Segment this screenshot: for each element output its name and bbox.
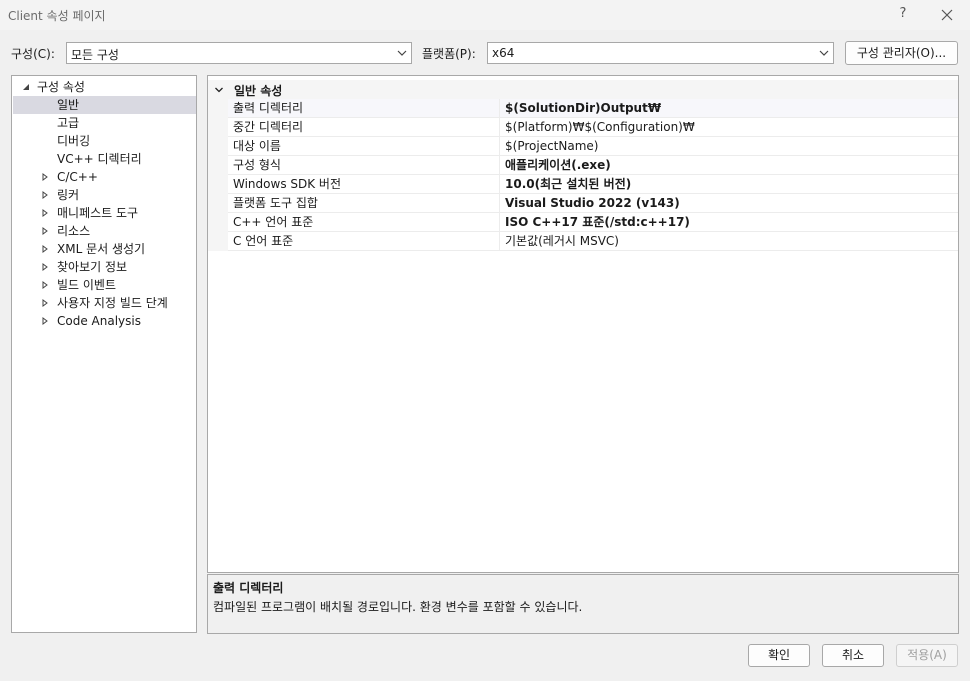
collapsed-triangle-icon — [42, 173, 48, 181]
tree-item-custom-build-step[interactable]: 사용자 지정 빌드 단계 — [13, 294, 196, 312]
description-text: 컴파일된 프로그램이 배치될 경로입니다. 환경 변수를 포함할 수 있습니다. — [213, 600, 583, 614]
tree-item-manifest-tool[interactable]: 매니페스트 도구 — [13, 204, 196, 222]
cancel-button[interactable]: 취소 — [822, 644, 884, 667]
collapsed-triangle-icon — [42, 191, 48, 199]
config-combobox[interactable]: 모든 구성 — [66, 42, 412, 64]
platform-combobox[interactable]: x64 — [487, 42, 834, 64]
category-general-properties[interactable]: 일반 속성 — [208, 80, 958, 99]
collapsed-triangle-icon — [42, 281, 48, 289]
property-value[interactable]: 10.0(최근 설치된 버전) — [500, 175, 958, 194]
tree-item-code-analysis[interactable]: Code Analysis — [13, 312, 196, 330]
tree-item-general[interactable]: 일반 — [13, 96, 196, 114]
apply-button[interactable]: 적용(A) — [896, 644, 958, 667]
config-value: 모든 구성 — [71, 48, 119, 62]
help-button[interactable]: ? — [893, 4, 913, 24]
chevron-down-icon — [397, 50, 407, 56]
property-value[interactable]: 애플리케이션(.exe) — [500, 156, 958, 175]
tree-item-c-cpp[interactable]: C/C++ — [13, 168, 196, 186]
collapsed-triangle-icon — [42, 245, 48, 253]
tree-item-label: 사용자 지정 빌드 단계 — [57, 296, 168, 310]
property-grid[interactable]: 일반 속성 출력 디렉터리 $(SolutionDir)Output₩ 중간 디… — [207, 75, 959, 573]
property-row-intermediate-directory[interactable]: 중간 디렉터리 $(Platform)₩$(Configuration)₩ — [208, 118, 958, 137]
tree-item-label: XML 문서 생성기 — [57, 242, 146, 256]
tree-item-label: Code Analysis — [57, 314, 141, 328]
property-name: C++ 언어 표준 — [228, 213, 500, 232]
title-bar: Client 속성 페이지 ? — [0, 0, 970, 30]
window-title: Client 속성 페이지 — [8, 9, 106, 23]
property-name: 구성 형식 — [228, 156, 500, 175]
tree-item-debugging[interactable]: 디버깅 — [13, 132, 196, 150]
property-name: 플랫폼 도구 집합 — [228, 194, 500, 213]
property-value[interactable]: ISO C++17 표준(/std:c++17) — [500, 213, 958, 232]
collapsed-triangle-icon — [42, 317, 48, 325]
description-title: 출력 디렉터리 — [213, 581, 284, 595]
config-label: 구성(C): — [11, 47, 55, 61]
property-name: 출력 디렉터리 — [228, 99, 500, 118]
collapsed-triangle-icon — [42, 299, 48, 307]
property-name: Windows SDK 버전 — [228, 175, 500, 194]
tree-item-resources[interactable]: 리소스 — [13, 222, 196, 240]
tree-item-build-events[interactable]: 빌드 이벤트 — [13, 276, 196, 294]
property-name: 중간 디렉터리 — [228, 118, 500, 137]
property-value[interactable]: $(ProjectName) — [500, 137, 958, 156]
tree-item-config-properties[interactable]: 구성 속성 — [13, 78, 196, 96]
tree-item-advanced[interactable]: 고급 — [13, 114, 196, 132]
tree-item-label: 찾아보기 정보 — [57, 260, 128, 274]
tree-item-label: C/C++ — [57, 170, 98, 184]
close-button[interactable] — [936, 4, 958, 26]
config-manager-button[interactable]: 구성 관리자(O)... — [845, 41, 958, 65]
tree-item-label: 매니페스트 도구 — [57, 206, 139, 220]
tree-item-label: 디버깅 — [57, 134, 91, 148]
chevron-down-icon — [819, 50, 829, 56]
property-value[interactable]: $(SolutionDir)Output₩ — [500, 99, 958, 118]
property-row-target-name[interactable]: 대상 이름 $(ProjectName) — [208, 137, 958, 156]
tree-item-label: 일반 — [57, 98, 80, 112]
tree-item-label: VC++ 디렉터리 — [57, 152, 142, 166]
tree-item-label: 링커 — [57, 188, 80, 202]
category-tree[interactable]: 구성 속성 일반 고급 디버깅 VC++ 디렉터리 C/C++ 링커 매니페스트… — [11, 75, 197, 633]
property-row-cpp-language-standard[interactable]: C++ 언어 표준 ISO C++17 표준(/std:c++17) — [208, 213, 958, 232]
property-row-c-language-standard[interactable]: C 언어 표준 기본값(레거시 MSVC) — [208, 232, 958, 251]
property-value[interactable]: 기본값(레거시 MSVC) — [500, 232, 958, 251]
property-name: C 언어 표준 — [228, 232, 500, 251]
collapsed-triangle-icon — [42, 209, 48, 217]
tree-item-vc-directories[interactable]: VC++ 디렉터리 — [13, 150, 196, 168]
property-row-windows-sdk-version[interactable]: Windows SDK 버전 10.0(최근 설치된 버전) — [208, 175, 958, 194]
description-panel: 출력 디렉터리 컴파일된 프로그램이 배치될 경로입니다. 환경 변수를 포함할… — [207, 574, 959, 634]
close-icon — [941, 9, 953, 21]
property-value[interactable]: $(Platform)₩$(Configuration)₩ — [500, 118, 958, 137]
tree-item-label: 고급 — [57, 116, 80, 130]
collapsed-triangle-icon — [42, 227, 48, 235]
tree-item-linker[interactable]: 링커 — [13, 186, 196, 204]
tree-item-xml-doc-generator[interactable]: XML 문서 생성기 — [13, 240, 196, 258]
chevron-down-icon — [215, 87, 223, 93]
property-row-output-directory[interactable]: 출력 디렉터리 $(SolutionDir)Output₩ — [208, 99, 958, 118]
category-label: 일반 속성 — [234, 84, 283, 98]
tree-item-label: 빌드 이벤트 — [57, 278, 117, 292]
expanded-triangle-icon — [23, 84, 29, 90]
tree-item-label: 구성 속성 — [37, 80, 85, 94]
platform-label: 플랫폼(P): — [422, 47, 476, 61]
property-row-configuration-type[interactable]: 구성 형식 애플리케이션(.exe) — [208, 156, 958, 175]
platform-value: x64 — [492, 46, 515, 60]
ok-button[interactable]: 확인 — [748, 644, 810, 667]
property-value[interactable]: Visual Studio 2022 (v143) — [500, 194, 958, 213]
property-name: 대상 이름 — [228, 137, 500, 156]
property-row-platform-toolset[interactable]: 플랫폼 도구 집합 Visual Studio 2022 (v143) — [208, 194, 958, 213]
tree-item-browse-info[interactable]: 찾아보기 정보 — [13, 258, 196, 276]
tree-item-label: 리소스 — [57, 224, 91, 238]
collapsed-triangle-icon — [42, 263, 48, 271]
